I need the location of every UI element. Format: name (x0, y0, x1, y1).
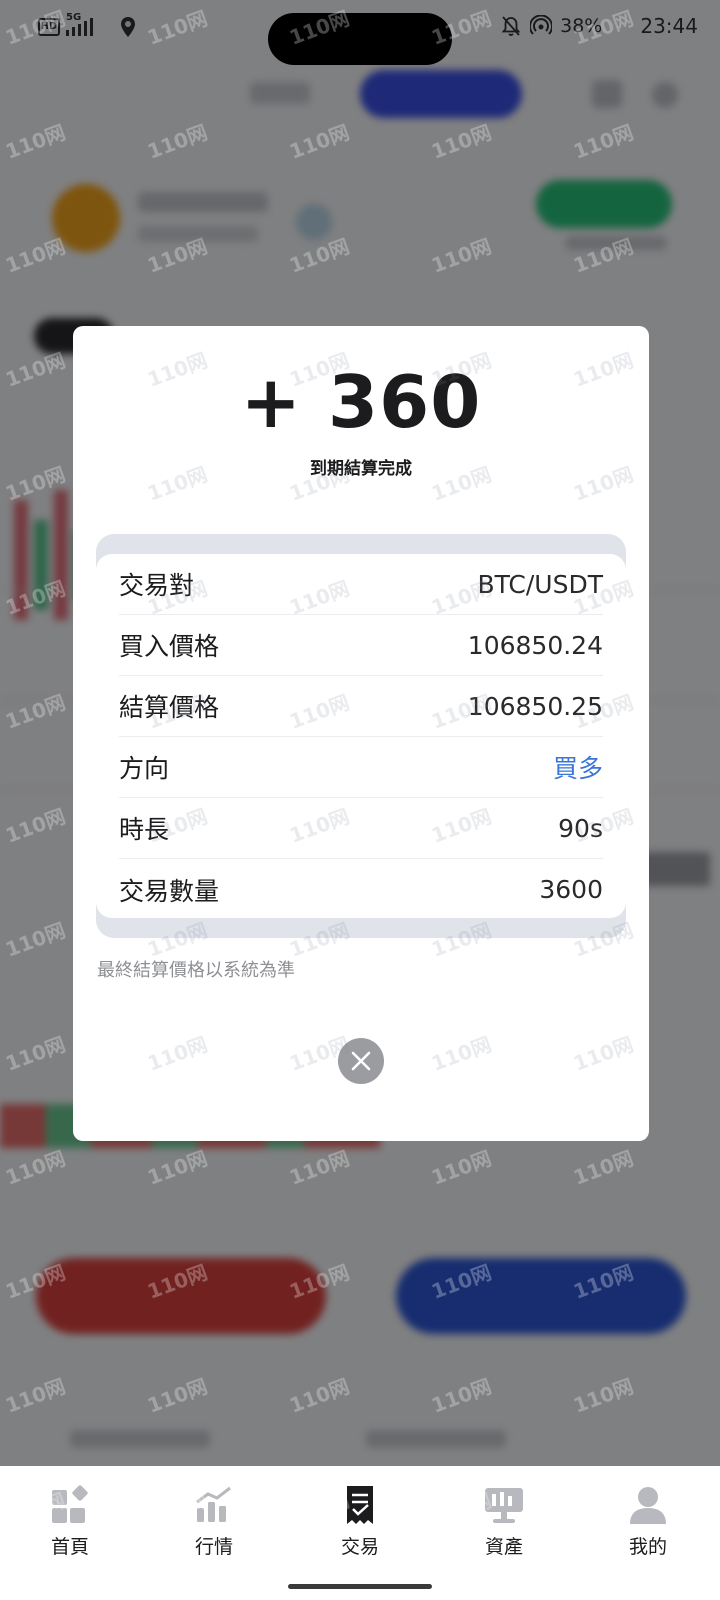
nav-item-home[interactable]: 首頁 (20, 1484, 120, 1559)
nav-label: 資產 (484, 1536, 523, 1558)
settlement-status: 到期結算完成 (310, 459, 412, 479)
detail-label: 方向 (119, 754, 170, 783)
detail-value: 106850.24 (467, 630, 603, 660)
nav-item-market[interactable]: 行情 (164, 1484, 264, 1559)
nav-item-trade[interactable]: 交易 (310, 1484, 410, 1559)
mute-bell-icon (501, 16, 521, 36)
trade-details-card: 交易對 BTC/USDT 買入價格 106850.24 結算價格 106850.… (96, 554, 626, 918)
profit-amount: + 360 (240, 360, 482, 444)
detail-label: 交易對 (119, 571, 195, 600)
nav-label: 交易 (340, 1536, 379, 1558)
nav-item-assets[interactable]: 資產 (454, 1484, 554, 1559)
assets-icon (485, 1488, 523, 1523)
close-icon (351, 1051, 371, 1071)
detail-label: 結算價格 (119, 693, 220, 722)
home-indicator[interactable] (288, 1584, 432, 1589)
bottom-nav: 首頁 行情 交易 資產 我的 (0, 1466, 720, 1600)
status-bar: HD 5G 38% 23:44 (0, 0, 720, 65)
nav-label: 首頁 (50, 1536, 89, 1558)
detail-label: 時長 (119, 815, 170, 844)
nav-label: 行情 (194, 1536, 233, 1558)
detail-row-buy-price: 買入價格 106850.24 (119, 615, 603, 676)
detail-value: BTC/USDT (477, 569, 603, 599)
battery-percent: 38% (560, 15, 603, 37)
signal-icon (66, 18, 93, 36)
detail-row-settle-price: 結算價格 106850.25 (119, 676, 603, 737)
close-button[interactable] (338, 1038, 384, 1084)
hotspot-icon (530, 15, 553, 35)
nav-item-profile[interactable]: 我的 (598, 1484, 698, 1559)
location-icon (121, 17, 135, 37)
profile-icon (630, 1487, 666, 1524)
detail-label: 交易數量 (119, 876, 220, 906)
hd-badge: HD (38, 18, 60, 36)
market-chart-icon (196, 1486, 231, 1522)
settlement-result-dialog: + 360 到期結算完成 交易對 BTC/USDT 買入價格 106850.24… (73, 326, 649, 1141)
detail-label: 買入價格 (119, 632, 220, 661)
home-icon (52, 1485, 88, 1523)
detail-value: 106850.25 (467, 691, 603, 721)
screen: HD 5G 38% 23:44 + 360 到期結算完成 交易對 BTC/USD… (0, 0, 720, 1600)
detail-row-direction: 方向 買多 (119, 737, 603, 798)
nav-label: 我的 (628, 1536, 667, 1558)
camera-cutout (268, 13, 452, 65)
clock: 23:44 (640, 14, 698, 38)
detail-value: 3600 (539, 875, 603, 904)
settlement-disclaimer: 最終結算價格以系統為準 (97, 960, 295, 981)
direction-value: 買多 (552, 754, 603, 783)
detail-row-quantity: 交易數量 3600 (119, 859, 603, 920)
detail-row-pair: 交易對 BTC/USDT (119, 554, 603, 615)
detail-row-duration: 時長 90s (119, 798, 603, 859)
detail-value: 90s (558, 813, 603, 843)
trade-receipt-icon (347, 1486, 373, 1524)
